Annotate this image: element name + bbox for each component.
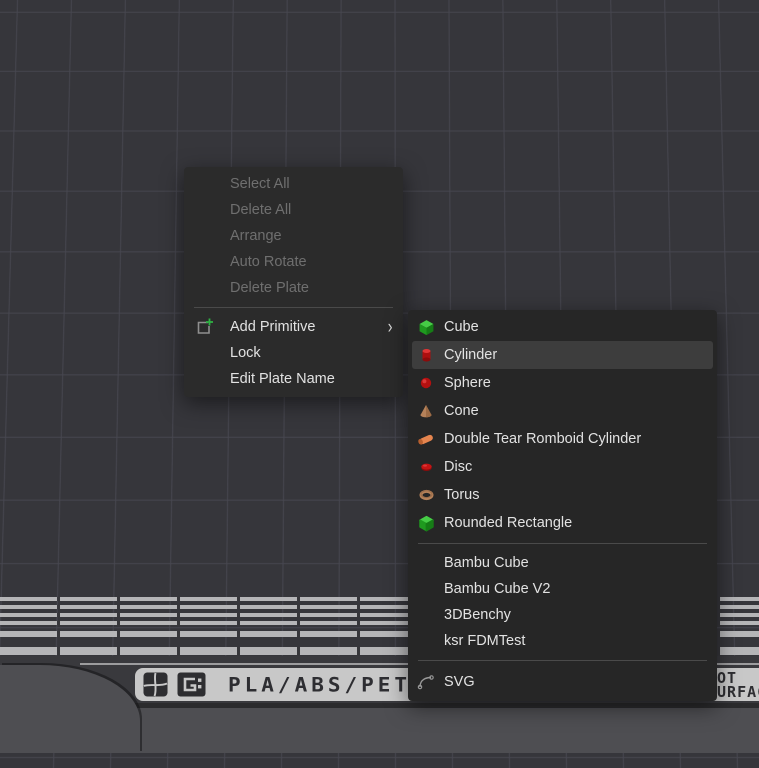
menu-item-label: Lock [230, 345, 261, 361]
submenu-item-rounded-rectangle[interactable]: Rounded Rectangle [412, 509, 713, 537]
menu-item-label: Auto Rotate [230, 254, 307, 270]
submenu-item-label: Bambu Cube [444, 555, 529, 571]
submenu-item-label: Torus [444, 487, 479, 503]
submenu-item-cylinder[interactable]: Cylinder [412, 341, 713, 369]
submenu-item-label: Disc [444, 459, 472, 475]
submenu-separator [418, 543, 707, 544]
submenu-item-label: ksr FDMTest [444, 633, 525, 649]
sphere-icon [416, 373, 436, 393]
menu-item-select-all[interactable]: Select All [184, 171, 403, 197]
submenu-item-label: Bambu Cube V2 [444, 581, 550, 597]
svg-bezier-icon [416, 672, 436, 692]
submenu-item-torus[interactable]: Torus [412, 481, 713, 509]
submenu-item-cube[interactable]: Cube [412, 313, 713, 341]
submenu-item-label: Cone [444, 403, 479, 419]
rounded-rectangle-icon [416, 513, 436, 533]
menu-item-label: Arrange [230, 228, 282, 244]
submenu-item-bambu-cube[interactable]: Bambu Cube [412, 550, 713, 576]
submenu-item-label: SVG [444, 674, 475, 690]
submenu-item-ksr-fdmtest[interactable]: ksr FDMTest [412, 628, 713, 654]
cube-icon [416, 317, 436, 337]
submenu-chevron-icon: › [387, 318, 392, 337]
g-logo [177, 672, 206, 697]
menu-item-edit-plate-name[interactable]: Edit Plate Name [184, 366, 403, 392]
submenu-item-cone[interactable]: Cone [412, 397, 713, 425]
menu-item-delete-plate[interactable]: Delete Plate [184, 275, 403, 301]
submenu-separator [418, 660, 707, 661]
submenu-item-svg[interactable]: SVG [412, 667, 713, 697]
menu-item-delete-all[interactable]: Delete All [184, 197, 403, 223]
cone-icon [416, 401, 436, 421]
submenu-item-label: 3DBenchy [444, 607, 511, 623]
menu-item-lock[interactable]: Lock [184, 340, 403, 366]
submenu-item-double-tear-romboid-cylinder[interactable]: Double Tear Romboid Cylinder [412, 425, 713, 453]
submenu-item-label: Double Tear Romboid Cylinder [444, 431, 641, 447]
cylinder-icon [416, 345, 436, 365]
plate-context-menu: Select All Delete All Arrange Auto Rotat… [184, 167, 403, 397]
submenu-item-3dbenchy[interactable]: 3DBenchy [412, 602, 713, 628]
menu-item-arrange[interactable]: Arrange [184, 223, 403, 249]
menu-item-add-primitive[interactable]: Add Primitive › [184, 314, 403, 340]
menu-item-label: Delete Plate [230, 280, 309, 296]
add-primitive-submenu: Cube Cylinder Sphere Co [408, 310, 717, 701]
menu-item-label: Edit Plate Name [230, 371, 335, 387]
menu-item-label: Delete All [230, 202, 291, 218]
submenu-item-label: Cube [444, 319, 479, 335]
submenu-item-label: Rounded Rectangle [444, 515, 572, 531]
menu-item-label: Select All [230, 176, 290, 192]
submenu-item-bambu-cube-v2[interactable]: Bambu Cube V2 [412, 576, 713, 602]
add-primitive-icon [193, 316, 215, 338]
romboid-cylinder-icon [416, 429, 436, 449]
submenu-item-label: Cylinder [444, 347, 497, 363]
plate-material-label: PLA/ABS/PETG [228, 673, 428, 695]
disc-icon [416, 457, 436, 477]
menu-separator [194, 307, 393, 308]
bambu-logo [143, 672, 168, 697]
menu-item-auto-rotate[interactable]: Auto Rotate [184, 249, 403, 275]
submenu-item-label: Sphere [444, 375, 491, 391]
submenu-item-sphere[interactable]: Sphere [412, 369, 713, 397]
torus-icon [416, 485, 436, 505]
menu-item-label: Add Primitive [230, 319, 315, 335]
submenu-item-disc[interactable]: Disc [412, 453, 713, 481]
